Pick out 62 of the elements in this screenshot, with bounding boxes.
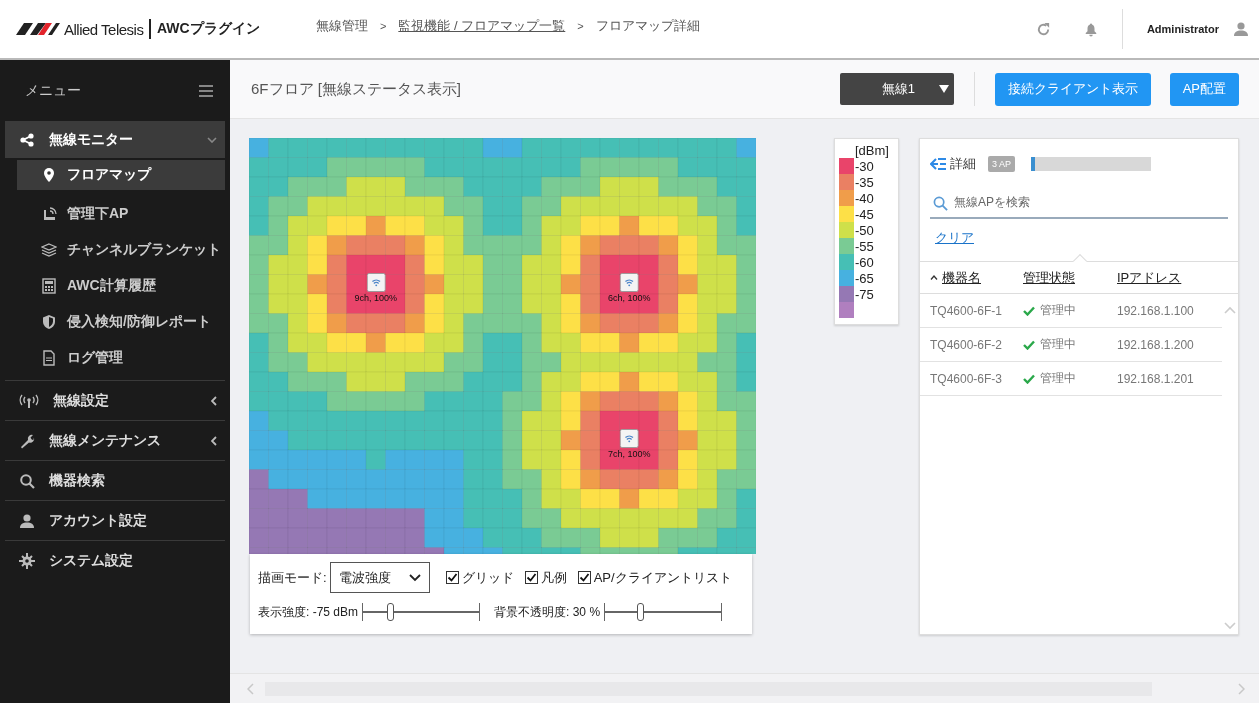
count-badge: 3 AP [988,156,1015,172]
sidebar-subitem[interactable]: チャンネルブランケット [17,232,225,268]
legend-value: -65 [855,271,875,287]
access-point-label: 9ch, 100% [354,293,397,304]
table-cell-text: 192.168.1.201 [1117,371,1195,386]
sidebar-subitem[interactable]: ログ管理 [17,340,225,376]
legend-value: -55 [855,239,875,255]
table-row[interactable]: TQ4600-6F-2 管理中 192.168.1.200 [920,328,1222,362]
access-point-label: 6ch, 100% [608,293,651,304]
checkbox-label: 凡例 [540,568,567,587]
column-header[interactable]: 機器名 [942,268,981,287]
mode-label: 描画モード: [258,568,327,587]
radio-select[interactable]: 無線1 [839,73,954,105]
sidebar-item[interactable]: 無線設定 [5,380,225,420]
breadcrumb-item: フロアマップ詳細 [595,17,700,35]
legend-value: -30 [855,159,875,175]
checkbox-label: グリッド [461,568,514,587]
sidebar-item[interactable]: アカウント設定 [5,500,225,540]
table-cell-text: TQ4600-6F-2 [929,337,1004,352]
status-text: 管理中 [1040,336,1076,353]
sidebar-subitem[interactable]: 管理下AP [17,196,225,232]
breadcrumb-link[interactable]: 監視機能 / フロアマップ一覧 [398,17,566,35]
mode-select[interactable]: 電波強度 [329,562,430,593]
status-text: 管理中 [1040,370,1076,387]
breadcrumb-item: 無線管理 [316,17,368,35]
legend-value: -75 [855,287,875,303]
sidebar-item[interactable]: システム設定 [5,540,225,580]
legend-value: -40 [855,191,875,207]
sidebar-item[interactable]: 無線モニター [5,121,225,158]
legend-value: -45 [855,207,875,223]
sidebar-item[interactable]: 無線メンテナンス [5,420,225,460]
column-header[interactable]: 管理状態 [1023,268,1075,287]
breadcrumb-separator: > [380,20,387,32]
slider-label: 背景不透明度: 30 % [494,603,601,621]
checkbox-label: AP/クライアントリスト [593,568,732,587]
table-cell-text: 192.168.1.200 [1117,337,1195,352]
table-cell-text: 192.168.1.100 [1117,303,1195,318]
clear-link[interactable]: クリア [935,229,974,247]
breadcrumb-separator: > [577,20,584,32]
user-name[interactable]: Administrator [1146,23,1219,35]
table-row[interactable]: TQ4600-6F-3 管理中 192.168.1.201 [920,362,1222,396]
access-point-label: 7ch, 100% [608,449,651,460]
menu-title: メニュー [25,81,81,100]
legend-value: -35 [855,175,875,191]
legend-value: -50 [855,223,875,239]
sidebar-subitem[interactable]: 侵入検知/防御レポート [17,304,225,340]
column-header[interactable]: IPアドレス [1117,268,1182,287]
brand-name: Allied Telesis [64,20,144,38]
table-cell-text: TQ4600-6F-1 [929,303,1004,318]
table-row[interactable]: TQ4600-6F-1 管理中 192.168.1.100 [920,294,1222,328]
legend-value: -60 [855,255,875,271]
sidebar-subitem[interactable]: AWC計算履歴 [17,268,225,304]
legend-unit: [dBm] [855,143,889,159]
sidebar-subitem[interactable]: フロアマップ [17,160,225,190]
status-text: 管理中 [1040,302,1076,319]
table-cell-text: TQ4600-6F-3 [929,371,1004,386]
search-field[interactable]: 無線APを検索 [930,187,1228,219]
page-title: 6Fフロア [無線ステータス表示] [251,79,461,99]
slider-label: 表示強度: -75 dBm [258,603,359,621]
sidebar-item[interactable]: 機器検索 [5,460,225,500]
panel-title: 詳細 [950,155,976,173]
product-name: AWCプラグイン [156,20,260,38]
